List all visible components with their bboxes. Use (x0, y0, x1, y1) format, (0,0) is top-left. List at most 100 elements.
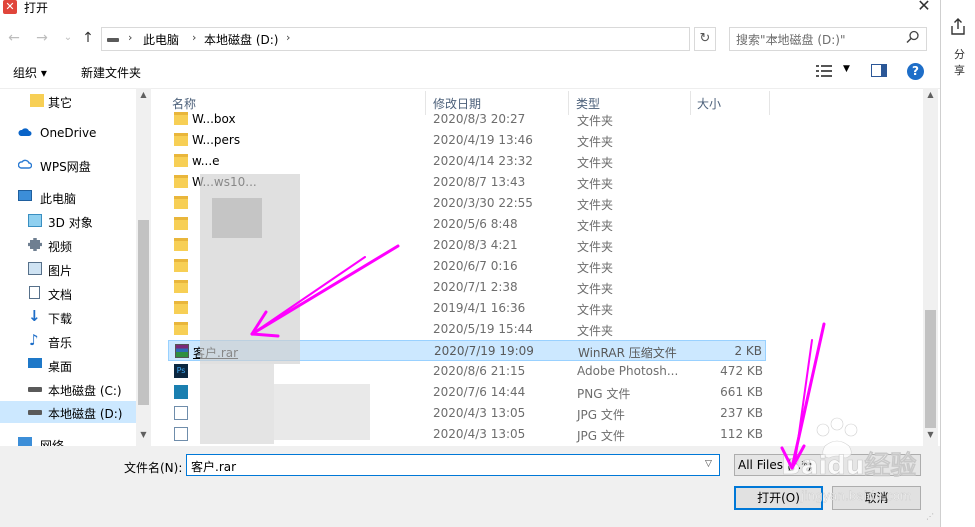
sidebar-item-label: 其它 (48, 96, 73, 110)
sidebar-item-downloads[interactable]: ↓ 下载 (0, 306, 136, 328)
cell-date: 2020/8/7 13:43 (433, 175, 526, 189)
breadcrumb-this-pc[interactable]: 此电脑 (143, 31, 179, 48)
breadcrumb-drive-d[interactable]: 本地磁盘 (D:) (204, 31, 278, 48)
cell-type: 文件夹 (577, 114, 614, 128)
folder-icon (174, 196, 188, 209)
pixelated-region (212, 198, 262, 238)
cell-type: 文件夹 (577, 135, 614, 149)
sidebar-item-3d-objects[interactable]: 3D 对象 (0, 210, 136, 232)
scrollbar-thumb[interactable] (138, 220, 149, 405)
scroll-up-icon[interactable]: ▲ (923, 90, 938, 99)
forward-button[interactable]: → (32, 28, 52, 48)
sidebar-item-network[interactable]: 网络 (0, 433, 136, 446)
table-row[interactable]: W...box 2020/8/3 20:27 文件夹 (168, 109, 766, 130)
file-list-scrollbar[interactable]: ▲ ▼ (923, 88, 938, 446)
view-dropdown-icon[interactable]: ▼ (843, 64, 850, 74)
folder-icon (174, 112, 188, 125)
chevron-down-icon[interactable]: ▽ (705, 459, 712, 469)
cell-date: 2020/7/1 2:38 (433, 280, 518, 294)
share-icon[interactable] (951, 18, 965, 36)
cell-date: 2020/4/3 13:05 (433, 406, 526, 420)
sidebar-item-drive-c[interactable]: 本地磁盘 (C:) (0, 378, 136, 400)
refresh-button[interactable]: ↻ (694, 27, 716, 51)
sidebar-item-label: OneDrive (40, 126, 97, 140)
sidebar-scrollbar[interactable]: ▲ ▼ (136, 88, 151, 446)
sidebar-item-drive-d[interactable]: 本地磁盘 (D:) (0, 401, 136, 423)
sidebar-item-documents[interactable]: 文档 (0, 282, 136, 304)
up-button[interactable]: ↑ (78, 28, 98, 48)
cell-date: 2020/4/14 23:32 (433, 154, 533, 168)
cell-size: 2 KB (734, 344, 762, 358)
computer-icon (18, 190, 32, 201)
folder-icon (174, 280, 188, 293)
close-button[interactable]: ✕ (910, 0, 938, 16)
sidebar-item-label: 图片 (48, 264, 73, 278)
folder-icon (174, 175, 188, 188)
sidebar-item-label: 桌面 (48, 360, 73, 374)
sidebar-item-wps[interactable]: WPS网盘 (0, 154, 136, 176)
sidebar-item-videos[interactable]: 视频 (0, 234, 136, 256)
jpg-icon (174, 427, 188, 441)
preview-pane-icon[interactable] (871, 64, 887, 77)
back-button[interactable]: ← (4, 28, 24, 48)
cell-type: Adobe Photosh... (577, 364, 679, 378)
recent-locations-dropdown[interactable]: ⌄ (58, 28, 78, 48)
png-icon (174, 385, 188, 399)
sidebar-item-other[interactable]: 其它 (0, 90, 136, 112)
column-divider[interactable] (769, 91, 770, 115)
sidebar-item-desktop[interactable]: 桌面 (0, 354, 136, 376)
folder-icon (174, 154, 188, 167)
share-panel[interactable]: 分享 (941, 12, 975, 77)
sidebar-item-music[interactable]: ♪ 音乐 (0, 330, 136, 352)
breadcrumb-separator: › (286, 31, 291, 44)
pixelated-region (274, 384, 370, 440)
table-row[interactable]: w...e 2020/4/14 23:32 文件夹 (168, 151, 766, 172)
folder-icon (174, 259, 188, 272)
sidebar-item-label: 本地磁盘 (C:) (48, 384, 122, 398)
folder-icon (30, 94, 44, 107)
navigation-bar: ← → ⌄ ↑ › 此电脑 › 本地磁盘 (D:) › ⌄ ↻ 搜索"本地磁盘 … (0, 26, 940, 52)
cell-name: w...e (192, 154, 220, 168)
organize-button[interactable]: 组织 ▾ (13, 64, 47, 81)
sidebar-item-pictures[interactable]: 图片 (0, 258, 136, 280)
sidebar-item-onedrive[interactable]: OneDrive (0, 122, 136, 144)
folder-icon (174, 238, 188, 251)
search-input[interactable]: 搜索"本地磁盘 (D:)" (729, 27, 927, 51)
pixelated-region (200, 364, 274, 444)
cell-date: 2020/6/7 0:16 (433, 259, 518, 273)
cell-type: 文件夹 (577, 198, 614, 212)
scroll-up-icon[interactable]: ▲ (136, 90, 151, 99)
cell-date: 2020/8/3 4:21 (433, 238, 518, 252)
cell-name: W...box (192, 112, 236, 126)
sidebar-item-label: WPS网盘 (40, 160, 91, 174)
app-icon: ✕ (3, 0, 17, 14)
cell-type: 文件夹 (577, 240, 614, 254)
view-options-icon[interactable] (816, 65, 832, 77)
jpg-icon (174, 406, 188, 420)
scroll-down-icon[interactable]: ▼ (136, 430, 151, 439)
sidebar-item-this-pc[interactable]: 此电脑 (0, 186, 136, 208)
rar-icon (175, 344, 189, 358)
cell-date: 2020/3/30 22:55 (433, 196, 533, 210)
filename-field[interactable]: 客户.rar ▽ (186, 454, 720, 476)
new-folder-button[interactable]: 新建文件夹 (81, 64, 141, 81)
cell-type: JPG 文件 (577, 429, 625, 443)
folder-icon (174, 322, 188, 335)
cell-size: 472 KB (720, 364, 763, 378)
sidebar-item-label: 本地磁盘 (D:) (48, 407, 123, 421)
desktop-icon (28, 358, 42, 368)
folder-icon (174, 133, 188, 146)
folder-icon (174, 301, 188, 314)
cell-date: 2020/4/3 13:05 (433, 427, 526, 441)
drive-icon (28, 410, 42, 415)
table-row[interactable]: W...pers 2020/4/19 13:46 文件夹 (168, 130, 766, 151)
cell-type: 文件夹 (577, 324, 614, 338)
address-bar[interactable]: › 此电脑 › 本地磁盘 (D:) › ⌄ (101, 27, 779, 51)
cell-type: 文件夹 (577, 303, 614, 317)
breadcrumb-separator: › (128, 31, 133, 44)
baidu-watermark: Baidu经验 jingyan.baidu.com (781, 417, 917, 503)
drive-icon (107, 38, 119, 42)
help-icon[interactable]: ? (907, 63, 924, 80)
download-icon: ↓ (28, 307, 41, 325)
resize-grip-icon[interactable]: ⋰ (926, 512, 936, 522)
